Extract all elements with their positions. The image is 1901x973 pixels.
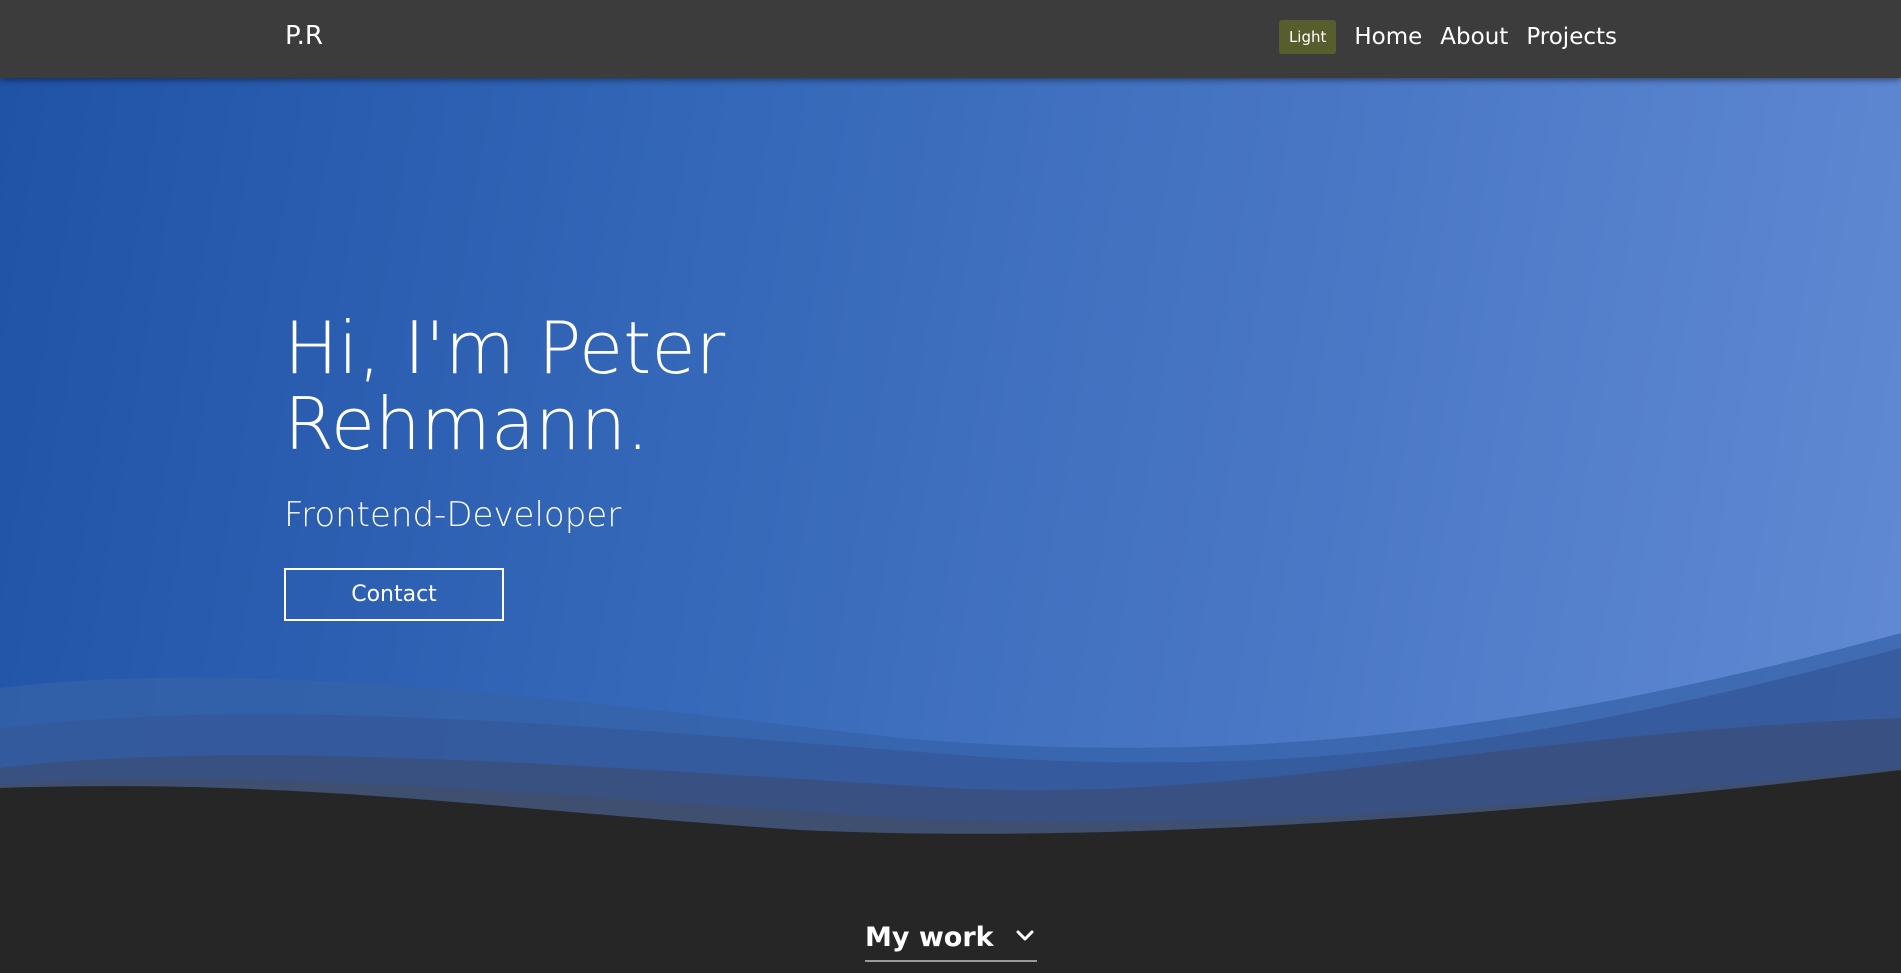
chevron-down-icon (1016, 930, 1034, 941)
nav-link-projects[interactable]: Projects (1526, 20, 1617, 54)
nav-link-about[interactable]: About (1440, 20, 1508, 54)
contact-button[interactable]: Contact (284, 568, 504, 621)
hero-title-line1: Hi, I'm Peter (284, 306, 726, 390)
brand-logo[interactable]: P.R (285, 20, 323, 52)
navbar: P.R Light Home About Projects (0, 0, 1901, 78)
hero-subtitle: Frontend-Developer (284, 495, 622, 535)
nav-link-home[interactable]: Home (1354, 20, 1422, 54)
hero-title-line2: Rehmann. (284, 382, 650, 466)
my-work-dropdown[interactable]: My work (865, 916, 1037, 962)
my-work-label: My work (865, 922, 994, 953)
hero-section: Hi, I'm Peter Rehmann. Frontend-Develope… (0, 78, 1901, 838)
nav-menu: Light Home About Projects (1278, 20, 1617, 54)
hero-title: Hi, I'm Peter Rehmann. (284, 310, 844, 462)
theme-toggle-button[interactable]: Light (1278, 20, 1337, 54)
